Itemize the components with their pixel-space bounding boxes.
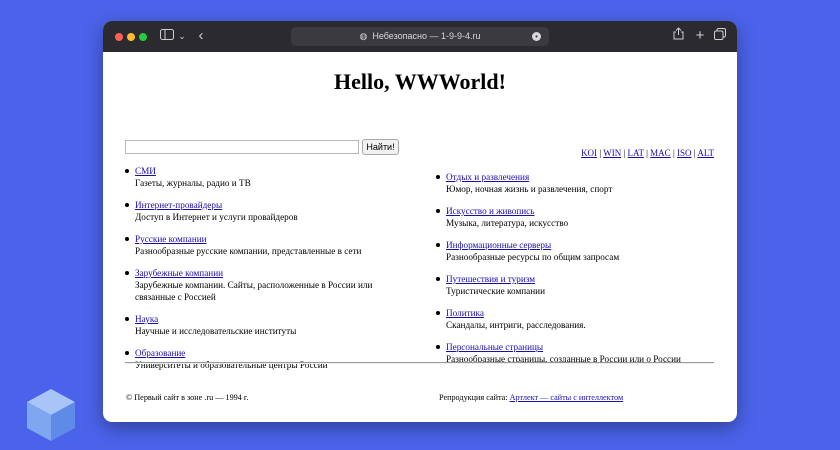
list-item: Интернет-провайдеры Доступ в Интернет и у… [125,199,415,223]
encoding-links: KOI | WIN | LAT | MAC | ISO | ALT [581,148,714,158]
category-description: Университеты и образовательные центры Ро… [135,360,328,370]
footer-credit-link[interactable]: Артлект — сайты с интеллектом [510,393,624,402]
divider [125,362,714,364]
category-description: Юмор, ночная жизнь и развлечения, спорт [446,184,613,194]
sidebar-icon[interactable] [159,27,175,45]
category-link[interactable]: Русские компании [135,234,207,244]
cube-logo-icon [27,389,75,441]
page-content: Hello, WWWorld! Найти! KOI | WIN | LAT |… [103,52,737,422]
ellipsis-icon[interactable]: • [532,32,541,41]
share-icon[interactable] [671,27,685,45]
category-list-left: СМИ Газеты, журналы, радио и ТВ Интернет-… [125,165,415,381]
category-description: Газеты, журналы, радио и ТВ [135,178,251,188]
list-item: Путешествия и туризм Туристические компан… [436,273,726,297]
chevron-down-icon[interactable]: ⌄ [177,27,187,45]
category-description: Музыка, литература, искусство [446,218,569,228]
back-icon[interactable]: ‹ [195,27,207,45]
category-link[interactable]: Персональные страницы [446,342,543,352]
category-description: Доступ в Интернет и услуги провайдеров [135,212,298,222]
list-item: Наука Научные и исследовательские институ… [125,313,415,337]
footer-copyright: © Первый сайт в зоне .ru — 1994 г. [126,393,249,402]
category-link[interactable]: Зарубежные компании [135,268,223,278]
page-title: Hello, WWWorld! [334,69,506,94]
browser-toolbar: ⌄ ‹ ◍ Небезопасно — 1-9-9-4.ru • + [103,21,737,52]
category-description: Разнообразные русские компании, представ… [135,246,362,256]
category-link[interactable]: Наука [135,314,158,324]
category-description: Научные и исследовательские институты [135,326,297,336]
search-button[interactable]: Найти! [362,139,399,155]
list-item: Искусство и живопись Музыка, литература, … [436,205,726,229]
category-link[interactable]: Отдых и развлечения [446,172,529,182]
tabs-icon[interactable] [713,27,727,45]
encoding-link-iso[interactable]: ISO [677,148,692,158]
browser-window: ⌄ ‹ ◍ Небезопасно — 1-9-9-4.ru • + Hello,… [103,21,737,422]
category-description: Зарубежные компании. Сайты, расположенны… [135,280,373,302]
category-link[interactable]: Искусство и живопись [446,206,534,216]
list-item: Политика Скандалы, интриги, расследования… [436,307,726,331]
list-item: Русские компании Разнообразные русские ко… [125,233,415,257]
category-description: Скандалы, интриги, расследования. [446,320,586,330]
category-link[interactable]: Путешествия и туризм [446,274,535,284]
address-bar[interactable]: ◍ Небезопасно — 1-9-9-4.ru • [291,27,549,46]
encoding-link-koi[interactable]: KOI [581,148,597,158]
list-item: Отдых и развлечения Юмор, ночная жизнь и … [436,171,726,195]
footer-credit: Репродукция сайта: Артлект — сайты с инт… [439,393,623,402]
search-input[interactable] [125,140,359,154]
encoding-link-mac[interactable]: MAC [650,148,671,158]
encoding-link-lat[interactable]: LAT [628,148,644,158]
category-link[interactable]: Образование [135,348,185,358]
category-link[interactable]: СМИ [135,166,156,176]
plus-icon[interactable]: + [693,27,707,45]
category-description: Туристические компании [446,286,546,296]
category-link[interactable]: Интернет-провайдеры [135,200,222,210]
list-item: Зарубежные компании Зарубежные компании. … [125,267,415,303]
close-window-button[interactable] [115,33,123,41]
category-description: Разнообразные ресурсы по общим запросам [446,252,620,262]
list-item: Образование Университеты и образовательны… [125,347,415,371]
address-text: Небезопасно — 1-9-9-4.ru [372,31,481,41]
encoding-link-alt[interactable]: ALT [697,148,714,158]
category-link[interactable]: Информационные серверы [446,240,551,250]
encoding-link-win[interactable]: WIN [603,148,621,158]
globe-icon: ◍ [359,31,368,41]
category-list-right: Отдых и развлечения Юмор, ночная жизнь и … [436,171,726,375]
category-link[interactable]: Политика [446,308,484,318]
footer-credit-label: Репродукция сайта: [439,393,508,402]
minimize-window-button[interactable] [127,33,135,41]
list-item: СМИ Газеты, журналы, радио и ТВ [125,165,415,189]
zoom-window-button[interactable] [139,33,147,41]
list-item: Информационные серверы Разнообразные ресу… [436,239,726,263]
